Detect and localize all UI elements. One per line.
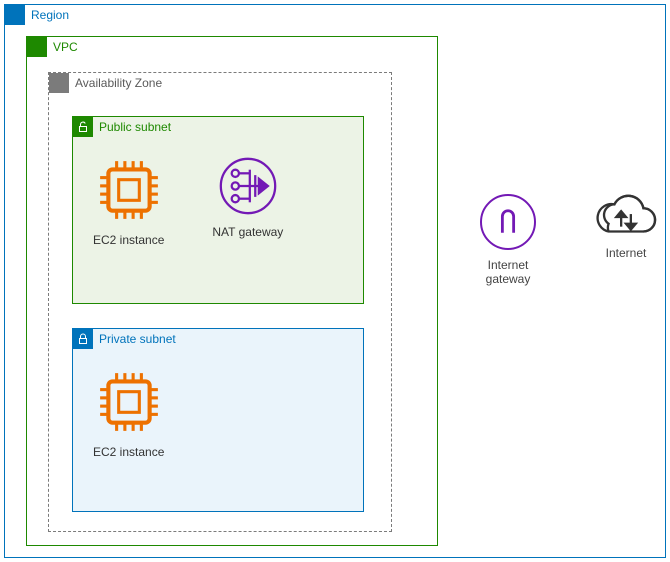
lock-open-icon	[73, 117, 93, 137]
az-header: Availability Zone	[49, 73, 391, 93]
ec2-instance-icon	[96, 369, 162, 435]
internet-gateway-label: Internet gateway	[470, 258, 546, 286]
ec2-public-label: EC2 instance	[93, 233, 164, 247]
private-subnet-header: Private subnet	[73, 329, 363, 349]
lock-closed-icon	[73, 329, 93, 349]
az-label: Availability Zone	[75, 76, 162, 90]
ec2-instance-icon	[96, 157, 162, 223]
public-subnet-header: Public subnet	[73, 117, 363, 137]
vpc-icon	[27, 37, 47, 57]
public-subnet-resources: EC2 instance NAT gateway	[73, 137, 363, 247]
public-subnet-label: Public subnet	[99, 120, 171, 134]
internet-label: Internet	[606, 246, 647, 260]
cloud-icon	[595, 192, 657, 240]
ec2-private-label: EC2 instance	[93, 445, 164, 459]
region-icon	[5, 5, 25, 25]
nat-gateway-resource: NAT gateway	[212, 157, 283, 247]
region-label: Region	[31, 8, 69, 22]
private-subnet-resources: EC2 instance	[73, 349, 363, 459]
architecture-canvas: Region VPC Availability Zone Public subn…	[4, 4, 666, 558]
ec2-private-resource: EC2 instance	[93, 369, 164, 459]
vpc-label: VPC	[53, 40, 78, 54]
az-icon	[49, 73, 69, 93]
internet-gateway-icon	[480, 194, 536, 250]
vpc-header: VPC	[27, 37, 437, 57]
nat-gateway-icon	[219, 157, 277, 215]
ec2-public-resource: EC2 instance	[93, 157, 164, 247]
nat-gateway-label: NAT gateway	[212, 225, 283, 239]
public-subnet-container: Public subnet EC2 instance	[72, 116, 364, 304]
private-subnet-label: Private subnet	[99, 332, 176, 346]
internet-gateway-resource: Internet gateway	[470, 194, 546, 286]
private-subnet-container: Private subnet EC2 instance	[72, 328, 364, 512]
internet-resource: Internet	[590, 192, 662, 260]
region-header: Region	[5, 5, 665, 25]
